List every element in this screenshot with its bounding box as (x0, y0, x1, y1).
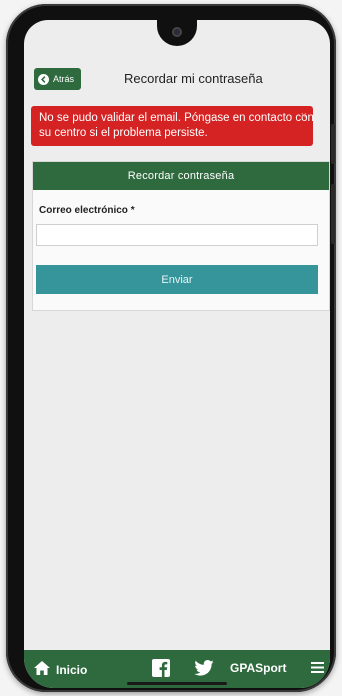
nav-home[interactable]: Inicio (34, 661, 87, 678)
app-screen: Atrás Recordar mi contraseña No se pudo … (24, 20, 330, 688)
nav-home-label: Inicio (56, 662, 88, 677)
submit-button[interactable]: Enviar (36, 265, 318, 294)
facebook-icon (152, 659, 170, 680)
front-camera (172, 27, 182, 37)
back-button[interactable]: Atrás (34, 68, 82, 90)
error-alert: No se pudo validar el email. Póngase en … (31, 106, 314, 146)
power-button (331, 184, 335, 244)
email-input[interactable] (36, 224, 318, 246)
home-indicator (127, 682, 227, 685)
email-label: Correo electrónico * (39, 205, 135, 216)
back-label: Atrás (53, 74, 75, 84)
app-header: Atrás Recordar mi contraseña (24, 66, 330, 94)
page-title: Recordar mi contraseña (124, 71, 263, 86)
close-icon[interactable]: × (301, 109, 307, 124)
menu-icon (311, 662, 324, 676)
twitter-icon (194, 660, 214, 679)
menu-button[interactable] (311, 662, 324, 676)
volume-button (331, 124, 335, 164)
brand-label: GPASport (230, 661, 287, 675)
notch (157, 20, 197, 46)
panel-title: Recordar contraseña (33, 162, 329, 190)
twitter-link[interactable] (194, 660, 214, 679)
phone-frame: Atrás Recordar mi contraseña No se pudo … (6, 4, 336, 692)
facebook-link[interactable] (152, 659, 170, 680)
chevron-left-icon (38, 73, 49, 85)
error-message: No se pudo validar el email. Póngase en … (39, 112, 314, 139)
home-icon (34, 661, 50, 678)
brand-link[interactable]: GPASport (230, 661, 286, 675)
